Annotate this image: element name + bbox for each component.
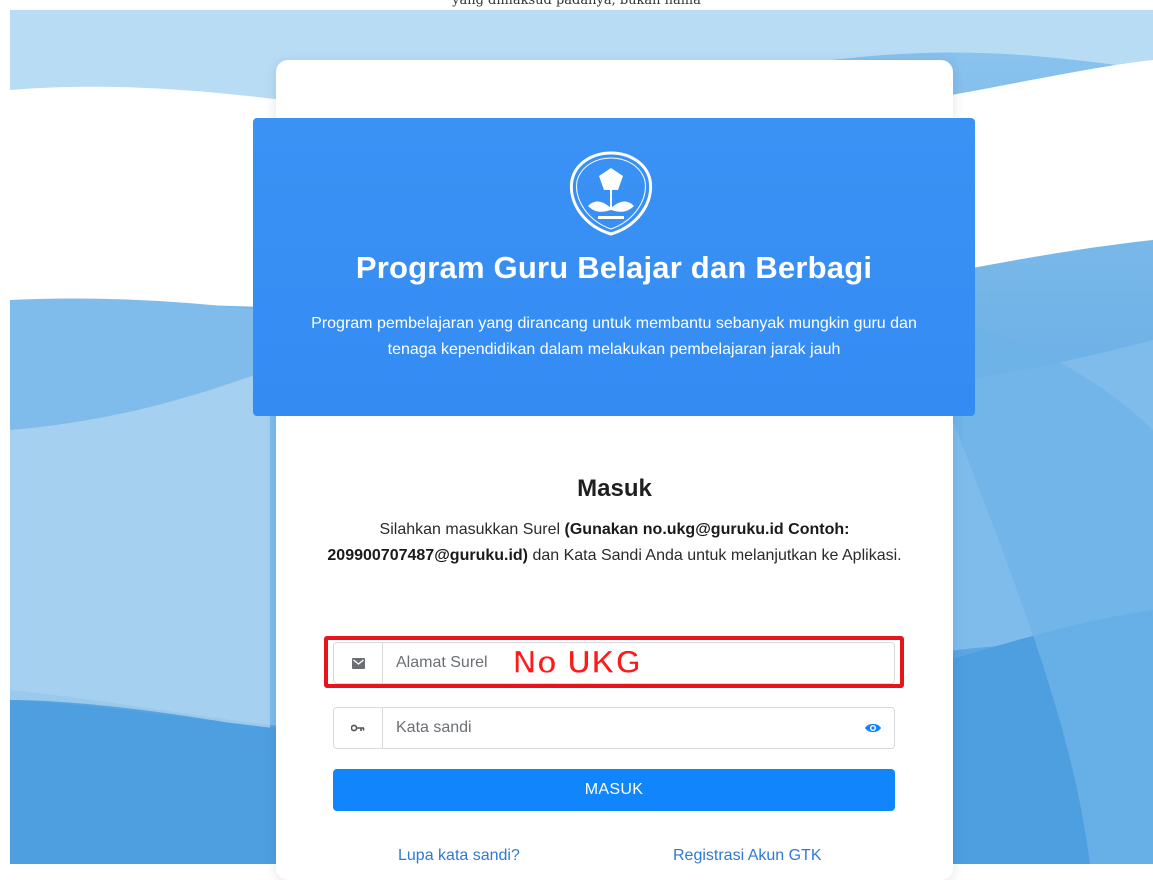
hero-banner: Program Guru Belajar dan Berbagi Program… xyxy=(253,118,975,416)
eye-icon[interactable] xyxy=(864,721,882,735)
login-title: Masuk xyxy=(577,475,652,502)
forgot-password-link[interactable]: Lupa kata sandi? xyxy=(398,847,520,865)
cropped-caption: yang dimaksud padanya, bukan nama xyxy=(452,0,701,8)
instructions-text-2: dan Kata Sandi Anda untuk melanjutkan ke… xyxy=(528,547,902,564)
password-input[interactable] xyxy=(396,708,836,748)
login-submit-button[interactable]: MASUK xyxy=(333,769,895,811)
instructions-text-1: Silahkan masukkan Surel xyxy=(379,521,565,538)
key-icon xyxy=(334,708,383,748)
annotation-label: No UKG xyxy=(512,643,642,680)
hero-description: Program pembelajaran yang dirancang untu… xyxy=(311,315,917,358)
tut-wuri-handayani-logo xyxy=(569,151,653,236)
login-instructions: Silahkan masukkan Surel (Gunakan no.ukg@… xyxy=(306,517,923,569)
password-field xyxy=(333,707,895,749)
register-gtk-link[interactable]: Registrasi Akun GTK xyxy=(673,847,822,865)
hero-title: Program Guru Belajar dan Berbagi xyxy=(355,250,873,285)
